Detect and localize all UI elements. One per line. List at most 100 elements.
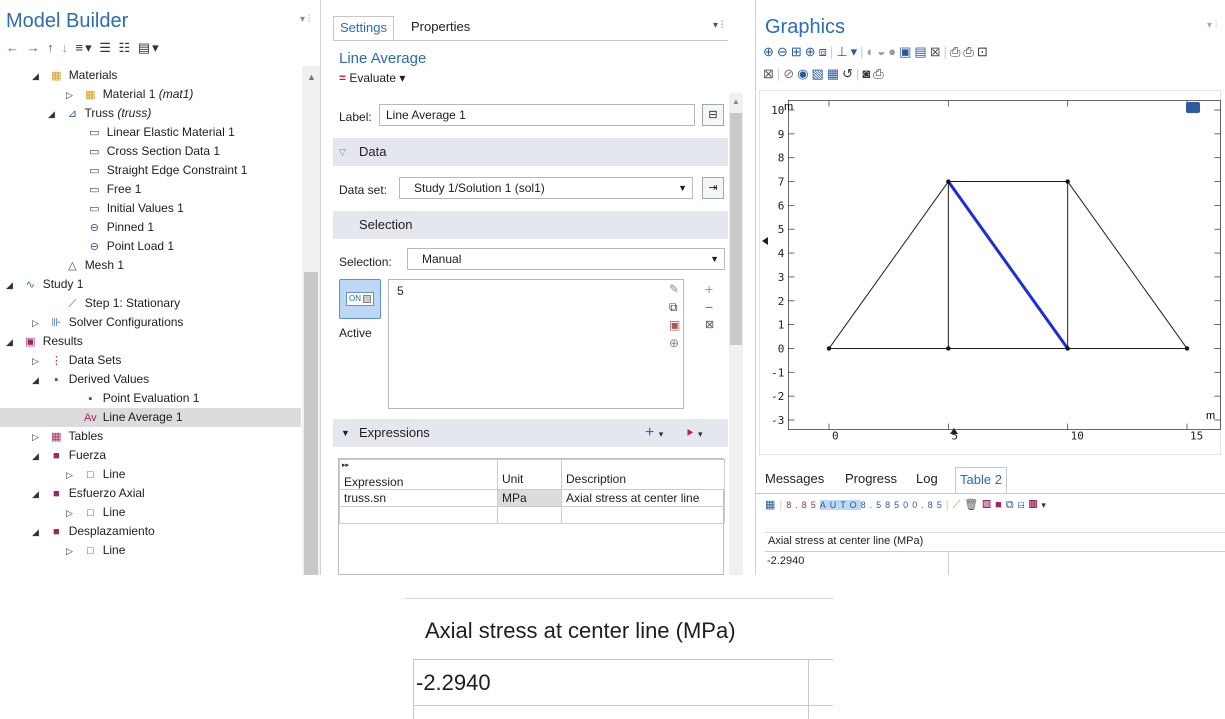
- tab-messages[interactable]: Messages: [761, 467, 828, 493]
- tree-scroll-thumb[interactable]: [304, 272, 318, 575]
- move-up-icon[interactable]: ↑: [47, 40, 56, 55]
- table-row[interactable]: truss.sn MPa Axial stress at center line: [339, 489, 725, 507]
- show-icon[interactable]: ◉: [797, 66, 811, 81]
- tab-progress[interactable]: Progress: [841, 467, 901, 493]
- wireframe-icon[interactable]: ●: [888, 44, 899, 59]
- expand-arrow-icon[interactable]: ▷: [66, 466, 78, 485]
- hide-icon[interactable]: ⊘: [783, 66, 797, 81]
- table-settings-icon[interactable]: ▦: [765, 499, 779, 511]
- transparency-icon[interactable]: ◒: [877, 44, 888, 59]
- view-cube-icon[interactable]: [1186, 102, 1200, 113]
- result-table-header[interactable]: Axial stress at center line (MPa): [768, 535, 923, 547]
- tree-item[interactable]: ▭ Free 1: [0, 180, 301, 199]
- tree-item[interactable]: ▷ ⋮ Data Sets: [0, 351, 301, 370]
- add-expression-icon[interactable]: + ▾: [645, 419, 663, 448]
- hide-edges-icon[interactable]: ▧: [812, 66, 827, 81]
- tree-item[interactable]: ◢ ⊿ Truss (truss): [0, 104, 301, 123]
- collapse-arrow-icon[interactable]: ◢: [32, 523, 44, 542]
- tab-log[interactable]: Log: [912, 467, 942, 493]
- description-cell[interactable]: Axial stress at center line: [561, 489, 725, 507]
- expand-arrow-icon[interactable]: ▷: [32, 428, 44, 447]
- tree-item[interactable]: ▷ ▦ Material 1 (mat1): [0, 85, 301, 104]
- zoom-out-icon[interactable]: ⊖: [777, 44, 791, 59]
- scene-light-icon[interactable]: ◐: [867, 44, 878, 59]
- tree-item[interactable]: ▷ ⊪ Solver Configurations: [0, 313, 301, 332]
- options-icon[interactable]: ▤▾: [138, 40, 161, 55]
- number-format-icon[interactable]: 8.85: [786, 500, 820, 510]
- view-icon[interactable]: ▦: [827, 66, 842, 81]
- tree-item[interactable]: ◢ ▦ Materials: [0, 66, 301, 85]
- tree-item[interactable]: ▭ Straight Edge Constraint 1: [0, 161, 301, 180]
- image-snapshot-icon[interactable]: ⊡: [977, 44, 991, 59]
- selection-list-item[interactable]: 5: [397, 284, 404, 298]
- tree-item[interactable]: ⊖ Point Load 1: [0, 237, 301, 256]
- dataset-select[interactable]: Study 1/Solution 1 (sol1) ▼: [399, 177, 693, 199]
- tree-item[interactable]: ◢ ■ Desplazamiento: [0, 522, 301, 541]
- tree-item[interactable]: ◢ ∿ Study 1: [0, 275, 301, 294]
- expand-arrow-icon[interactable]: ▷: [66, 86, 78, 105]
- tab-properties[interactable]: Properties: [405, 16, 476, 40]
- decimal-icon[interactable]: 0.85: [912, 500, 946, 510]
- expand-arrow-icon[interactable]: ▷: [66, 504, 78, 523]
- reset-label-button[interactable]: ⊟: [702, 104, 724, 126]
- active-toggle-button[interactable]: ON: [339, 279, 381, 319]
- delete-icon[interactable]: 🗑: [964, 499, 982, 511]
- tree-item[interactable]: ▭ Cross Section Data 1: [0, 142, 301, 161]
- tree-item[interactable]: △ Mesh 1: [0, 256, 301, 275]
- zoom-extents-icon[interactable]: ⧈: [819, 44, 830, 59]
- table-row[interactable]: [339, 506, 725, 524]
- tree-item[interactable]: ▷ □ Line: [0, 465, 301, 484]
- clear-selection-icon[interactable]: ⊠: [705, 316, 714, 334]
- grid-icon[interactable]: ▤: [914, 44, 929, 59]
- camera-icon[interactable]: ◙: [862, 66, 873, 81]
- tree-item[interactable]: ◢ ▣ Results: [0, 332, 301, 351]
- copy-table-icon[interactable]: ⧉: [1006, 499, 1018, 511]
- collapse-icon[interactable]: ☷: [119, 40, 133, 55]
- forward-icon[interactable]: →: [27, 40, 42, 55]
- copy-icon[interactable]: ⧉: [669, 298, 680, 316]
- collapse-arrow-icon[interactable]: ◢: [32, 447, 44, 466]
- label-field[interactable]: Line Average 1: [379, 104, 695, 126]
- add-icon[interactable]: +: [705, 280, 714, 298]
- collapse-arrow-icon[interactable]: ◢: [6, 276, 18, 295]
- print-icon[interactable]: ⎙: [950, 44, 963, 59]
- render-icon[interactable]: ▣: [899, 44, 914, 59]
- export-table-icon[interactable]: ⊟: [1018, 499, 1029, 511]
- expand-arrow-icon[interactable]: ▷: [32, 352, 44, 371]
- col-header-expression[interactable]: ▸▸ Expression: [339, 459, 498, 490]
- col-header-description[interactable]: Description: [561, 459, 725, 490]
- tree-item[interactable]: Av Line Average 1: [0, 408, 301, 427]
- zoom-to-selection-icon[interactable]: ⊕: [669, 334, 680, 352]
- description-cell-empty[interactable]: [561, 506, 725, 524]
- graphics-plot[interactable]: 109876543210-1-2-30 5 10 15 m m: [759, 90, 1221, 455]
- filter-icon[interactable]: ≡▾: [76, 40, 94, 55]
- pane-menu-icon[interactable]: ▾ ⫶: [1207, 20, 1217, 31]
- expression-cell[interactable]: truss.sn: [339, 489, 498, 507]
- selection-select[interactable]: Manual ▼: [407, 248, 725, 270]
- tree-item[interactable]: ▷ ▦ Tables: [0, 427, 301, 446]
- plot-icon[interactable]: ■: [995, 499, 1006, 511]
- tree-scrollbar[interactable]: ▲: [302, 66, 320, 575]
- back-icon[interactable]: ←: [6, 40, 21, 55]
- paint-icon[interactable]: ✎: [669, 280, 680, 298]
- expand-arrow-icon[interactable]: ▷: [66, 542, 78, 561]
- zoom-box-icon[interactable]: ⊞: [791, 44, 805, 59]
- result-table-cell[interactable]: -2.2940: [767, 555, 804, 567]
- tree-item[interactable]: ▭ Initial Values 1: [0, 199, 301, 218]
- print-icon[interactable]: ⎙: [873, 66, 886, 81]
- pane-menu-icon[interactable]: ▾ ⫶: [713, 20, 723, 31]
- evaluate-button[interactable]: = Evaluate ▾: [339, 71, 405, 85]
- tab-table-2[interactable]: Table 2: [955, 467, 1007, 493]
- full-precision-icon[interactable]: 8.5: [861, 500, 886, 510]
- remove-icon[interactable]: −: [705, 298, 714, 316]
- tree-item[interactable]: ◢ ■ Esfuerzo Axial: [0, 484, 301, 503]
- paste-icon[interactable]: ▣: [669, 316, 680, 334]
- table-graph-icon[interactable]: ▦: [1029, 499, 1042, 511]
- reset-view-icon[interactable]: ↺: [842, 66, 856, 81]
- settings-scroll-thumb[interactable]: [730, 113, 742, 345]
- unit-cell[interactable]: MPa: [497, 489, 562, 507]
- pane-menu-icon[interactable]: ▾ ⫶: [300, 14, 310, 25]
- section-selection[interactable]: Selection: [333, 211, 728, 239]
- selection-list[interactable]: 5: [388, 279, 684, 409]
- tab-settings[interactable]: Settings: [333, 16, 394, 40]
